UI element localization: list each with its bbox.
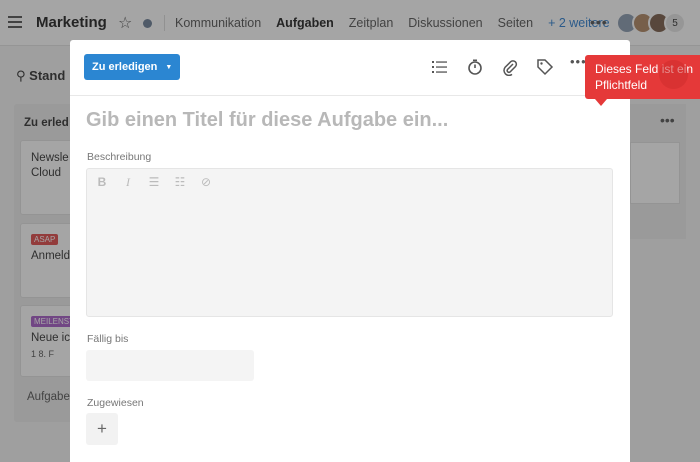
checklist-icon[interactable] [431, 58, 449, 76]
chevron-down-icon: ▼ [165, 63, 173, 71]
status-dropdown-button[interactable]: Zu erledigen ▼ [84, 54, 181, 80]
add-assignee-button[interactable]: + [86, 413, 118, 445]
link-icon[interactable]: ⊘ [199, 175, 213, 190]
status-label: Zu erledigen [92, 61, 158, 73]
tooltip-circle-icon [659, 60, 688, 89]
tag-icon[interactable] [536, 58, 554, 76]
task-title-input[interactable]: Gib einen Titel für diese Aufgabe ein... [86, 109, 448, 132]
italic-icon[interactable]: I [121, 175, 135, 190]
task-modal: Zu erledigen ▼ ••• Gib einen Titel für d… [70, 40, 630, 462]
bullet-list-icon[interactable]: ☰ [147, 175, 161, 190]
due-date-input[interactable] [86, 350, 254, 381]
bold-icon[interactable]: B [95, 175, 109, 190]
attachment-icon[interactable] [501, 58, 519, 76]
description-editor[interactable]: B I ☰ ☷ ⊘ [86, 168, 613, 317]
due-date-label: Fällig bis [87, 333, 129, 345]
editor-toolbar: B I ☰ ☷ ⊘ [95, 175, 213, 190]
numbered-list-icon[interactable]: ☷ [173, 175, 187, 190]
assigned-label: Zugewiesen [87, 397, 144, 409]
timer-icon[interactable] [466, 58, 484, 76]
description-label: Beschreibung [87, 151, 152, 163]
modal-header: Zu erledigen ▼ ••• [70, 40, 630, 96]
